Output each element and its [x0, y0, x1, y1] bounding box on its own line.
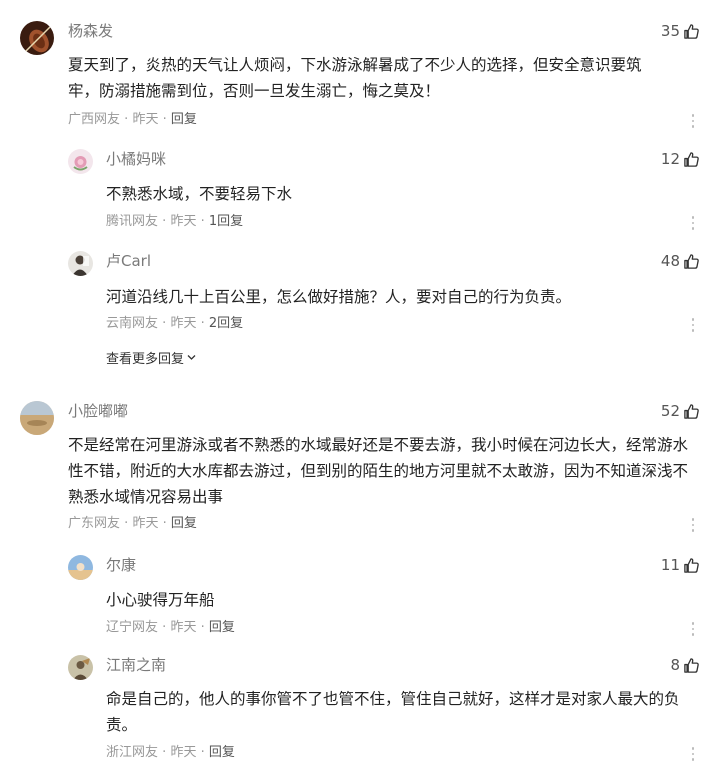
- reply-text: 河道沿线几十上百公里，怎么做好措施？人，要对自己的行为负责。: [106, 288, 572, 306]
- more-options-icon[interactable]: [690, 518, 696, 532]
- separator: ·: [162, 516, 167, 531]
- comment-text: 夏天到了，炎热的天气让人烦闷，下水游泳解暑成了不少人的选择，但安全意识要筑牢，防…: [68, 56, 642, 100]
- separator: ·: [124, 112, 129, 127]
- reply-text: 不熟悉水域，不要轻易下水: [106, 185, 293, 203]
- thumbs-up-icon: [683, 253, 700, 270]
- reply-time: 昨天: [170, 745, 197, 760]
- like-button[interactable]: 48: [661, 251, 700, 271]
- avatar[interactable]: [68, 149, 93, 174]
- more-options-icon[interactable]: [690, 318, 696, 332]
- like-button[interactable]: 52: [661, 401, 700, 421]
- username[interactable]: 杨森发: [68, 21, 113, 41]
- see-more-label: 查看更多回复: [106, 352, 185, 367]
- more-options-icon[interactable]: [690, 747, 696, 761]
- like-count: 35: [660, 22, 680, 40]
- reply-meta: 腾讯网友 · 昨天 · 1回复: [106, 213, 243, 231]
- separator: ·: [200, 214, 205, 229]
- like-button[interactable]: 8: [670, 655, 700, 675]
- thumbs-up-icon: [683, 151, 700, 168]
- user-location: 广东网友: [68, 516, 121, 531]
- like-button[interactable]: 35: [661, 21, 700, 41]
- like-count: 12: [660, 150, 680, 168]
- like-button[interactable]: 11: [661, 555, 700, 575]
- comment-list: 杨森发 35 夏天到了，炎热的天气让人烦闷，下水游泳解暑成了不少人的选择，但安全…: [0, 0, 720, 776]
- more-options-icon[interactable]: [690, 216, 696, 230]
- thumbs-up-icon: [683, 23, 700, 40]
- reply-time: 昨天: [170, 316, 197, 331]
- separator: ·: [162, 745, 167, 760]
- username[interactable]: 江南之南: [106, 655, 166, 675]
- user-location: 广西网友: [68, 112, 121, 127]
- thumbs-up-icon: [683, 657, 700, 674]
- thumbs-up-icon: [683, 557, 700, 574]
- reply-meta: 浙江网友 · 昨天 · 回复: [106, 744, 235, 762]
- avatar[interactable]: [20, 401, 54, 435]
- see-more-replies-link[interactable]: 查看更多回复: [106, 351, 197, 369]
- separator: ·: [200, 620, 205, 635]
- reply-button[interactable]: 1回复: [209, 214, 243, 229]
- username[interactable]: 小脸嘟嘟: [68, 401, 128, 421]
- like-count: 48: [660, 252, 680, 270]
- like-count: 8: [670, 656, 680, 674]
- reply-time: 昨天: [170, 214, 197, 229]
- username[interactable]: 卢Carl: [106, 251, 151, 271]
- user-location: 辽宁网友: [106, 620, 159, 635]
- more-options-icon[interactable]: [690, 622, 696, 636]
- thumbs-up-icon: [683, 403, 700, 420]
- separator: ·: [162, 214, 167, 229]
- separator: ·: [162, 316, 167, 331]
- user-location: 云南网友: [106, 316, 159, 331]
- reply-meta: 云南网友 · 昨天 · 2回复: [106, 315, 243, 333]
- more-options-icon[interactable]: [690, 114, 696, 128]
- reply-meta: 辽宁网友 · 昨天 · 回复: [106, 619, 235, 637]
- avatar[interactable]: [68, 555, 93, 580]
- chevron-down-icon: [186, 351, 197, 369]
- avatar[interactable]: [68, 251, 93, 276]
- comment-meta: 广东网友 · 昨天 · 回复: [68, 515, 197, 533]
- avatar[interactable]: [68, 655, 93, 680]
- separator: ·: [200, 316, 205, 331]
- reply-text: 小心驶得万年船: [106, 591, 215, 609]
- username[interactable]: 小橘妈咪: [106, 149, 166, 169]
- comment-time: 昨天: [132, 516, 159, 531]
- like-count: 11: [660, 556, 680, 574]
- separator: ·: [162, 112, 167, 127]
- reply-button[interactable]: 回复: [171, 112, 197, 127]
- reply-text: 命是自己的，他人的事你管不了也管不住，管住自己就好，这样才是对家人最大的负责。: [106, 690, 680, 734]
- separator: ·: [124, 516, 129, 531]
- separator: ·: [200, 745, 205, 760]
- avatar[interactable]: [20, 21, 54, 55]
- reply-button[interactable]: 回复: [209, 620, 235, 635]
- reply-button[interactable]: 2回复: [209, 316, 243, 331]
- reply-button[interactable]: 回复: [171, 516, 197, 531]
- reply-button[interactable]: 回复: [209, 745, 235, 760]
- username[interactable]: 尔康: [106, 555, 136, 575]
- reply-time: 昨天: [170, 620, 197, 635]
- comment-text: 不是经常在河里游泳或者不熟悉的水域最好还是不要去游，我小时候在河边长大，经常游水…: [68, 436, 689, 506]
- comment-meta: 广西网友 · 昨天 · 回复: [68, 111, 197, 129]
- like-count: 52: [660, 402, 680, 420]
- like-button[interactable]: 12: [661, 149, 700, 169]
- separator: ·: [162, 620, 167, 635]
- user-location: 浙江网友: [106, 745, 159, 760]
- comment-time: 昨天: [132, 112, 159, 127]
- user-location: 腾讯网友: [106, 214, 159, 229]
